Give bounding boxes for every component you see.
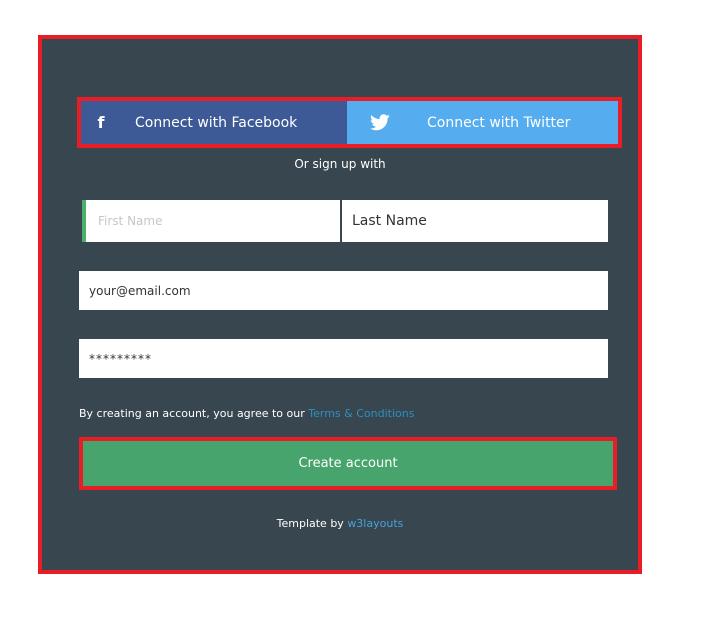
twitter-connect-label: Connect with Twitter <box>427 114 571 131</box>
last-name-input[interactable] <box>342 200 608 242</box>
twitter-connect-button[interactable]: Connect with Twitter <box>347 101 618 144</box>
facebook-connect-button[interactable]: f Connect with Facebook <box>81 101 347 144</box>
first-name-input[interactable] <box>82 200 340 242</box>
twitter-icon <box>370 114 390 131</box>
w3layouts-link[interactable]: w3layouts <box>347 517 403 530</box>
footer-credit: Template by w3layouts <box>42 517 638 530</box>
social-buttons-row: f Connect with Facebook Connect with Twi… <box>77 97 622 148</box>
or-sign-up-text: Or sign up with <box>294 157 386 171</box>
footer-prefix: Template by <box>276 517 348 530</box>
email-input[interactable] <box>79 271 608 310</box>
terms-conditions-link[interactable]: Terms & Conditions <box>308 407 414 420</box>
create-account-button[interactable]: Create account <box>83 441 613 486</box>
signup-panel: f Connect with Facebook Connect with Twi… <box>38 35 642 574</box>
terms-text: By creating an account, you agree to our… <box>79 407 414 420</box>
facebook-icon: f <box>97 113 105 132</box>
password-input[interactable] <box>79 339 608 378</box>
terms-prefix: By creating an account, you agree to our <box>79 407 309 420</box>
create-account-highlight: Create account <box>79 437 617 490</box>
facebook-connect-label: Connect with Facebook <box>135 114 298 131</box>
